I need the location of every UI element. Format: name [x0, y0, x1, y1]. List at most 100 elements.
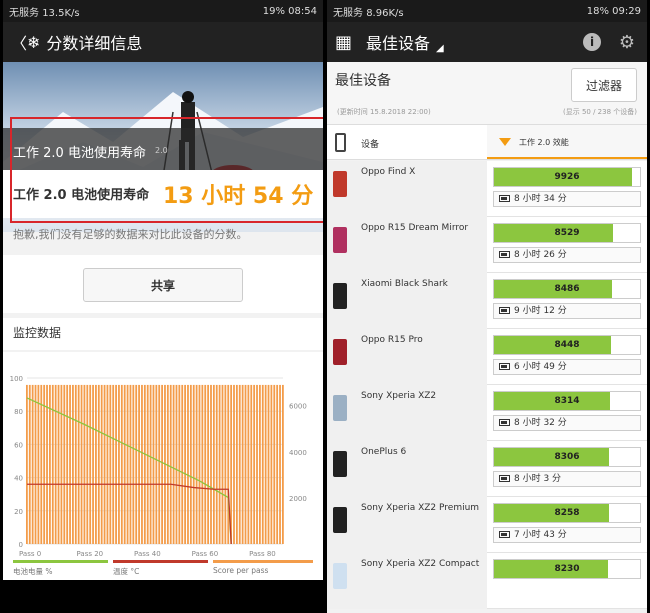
device-thumbnail: [333, 507, 347, 533]
legend-score: Score per pass: [213, 566, 269, 575]
device-row[interactable]: OnePlus 6 8306 8 小时 3 分: [327, 441, 647, 497]
device-count: (显示 50 / 238 个设备): [563, 108, 637, 116]
device-row[interactable]: Xiaomi Black Shark 8486 9 小时 12 分: [327, 273, 647, 329]
device-row[interactable]: Sony Xperia XZ2 Compact 8230: [327, 553, 647, 609]
device-name: Sony Xperia XZ2: [361, 391, 437, 401]
score-bar: [95, 384, 97, 544]
x-tick: Pass 0: [19, 550, 41, 558]
score-bar: [57, 384, 60, 544]
x-tick: Pass 80: [249, 550, 276, 558]
share-button[interactable]: 共享: [83, 268, 243, 302]
score-bar: [46, 384, 48, 544]
score-bar: [282, 384, 284, 544]
score-bar: 8314: [493, 391, 641, 411]
score-bar: [143, 384, 146, 544]
score-bar: [138, 384, 140, 544]
score-bar: [40, 384, 43, 544]
score-bar: [89, 384, 92, 544]
monitor-chart-svg: 100 80 60 40 20 0 6000 4000 2000 Pass 0 Pass 20 Pas…: [10, 375, 307, 558]
score-bar: [250, 384, 253, 544]
score-bar: [123, 384, 126, 544]
battery-icon: [499, 531, 510, 538]
filter-button[interactable]: 过滤器: [571, 68, 637, 102]
device-row[interactable]: Sony Xperia XZ2 8314 8 小时 32 分: [327, 385, 647, 441]
battery-icon: [499, 419, 510, 426]
device-row[interactable]: Oppo R15 Pro 8448 6 小时 49 分: [327, 329, 647, 385]
right-screen: 无服务 8.96K/s 18% 09:29 ▦ 最佳设备 ◢ i ⚙ 最佳设备 …: [327, 0, 647, 613]
device-row[interactable]: Sony Xperia XZ2 Premium 8258 7 小时 43 分: [327, 497, 647, 553]
score-bar: [34, 384, 37, 544]
score-bar: [74, 384, 77, 544]
score-bar: [261, 384, 264, 544]
score-bar: [106, 384, 109, 544]
battery-icon: [499, 251, 510, 258]
legend-temp: 温度 °C: [113, 567, 140, 576]
y-left-tick: 80: [14, 408, 23, 416]
device-cell[interactable]: [327, 441, 487, 497]
device-name: Sony Xperia XZ2 Premium: [361, 503, 480, 513]
score-value: 8448: [554, 340, 580, 350]
carrier-text: 无服务: [9, 7, 43, 19]
battery-life-chip: 7 小时 43 分: [493, 527, 641, 543]
y-left-tick: 0: [19, 541, 23, 549]
status-bar-right: 无服务 8.96K/s 18% 09:29: [327, 0, 647, 22]
score-bar: [267, 384, 270, 544]
column-header: 设备 工作 2.0 效能: [327, 124, 647, 160]
score-bar: 8486: [493, 279, 641, 299]
grid-menu-icon[interactable]: ▦: [335, 32, 352, 53]
gear-icon[interactable]: ⚙: [619, 32, 635, 53]
score-bar: [120, 384, 123, 544]
battery-icon: [499, 195, 510, 202]
score-bar: [258, 384, 261, 544]
device-row[interactable]: Oppo Find X 9926 8 小时 34 分: [327, 161, 647, 217]
score-bar: [118, 384, 120, 544]
score-bar: [158, 384, 161, 544]
score-value: 8230: [554, 564, 580, 574]
score-bar: [198, 384, 201, 544]
x-tick: Pass 20: [77, 550, 104, 558]
phone-icon: [335, 133, 346, 152]
score-bar: [169, 384, 172, 544]
score-bar: [238, 384, 241, 544]
y-left-tick: 20: [14, 508, 23, 516]
score-bar: [241, 384, 244, 544]
device-thumbnail: [333, 283, 347, 309]
col-device[interactable]: 设备: [361, 137, 379, 150]
score-bar: [80, 384, 83, 544]
score-bar: [115, 384, 117, 544]
col-score: 工作 2.0 效能: [519, 138, 569, 147]
x-tick: Pass 60: [192, 550, 219, 558]
score-bar: [155, 384, 158, 544]
score-bar: [256, 384, 258, 544]
score-bar: 8529: [493, 223, 641, 243]
app-title-right: 最佳设备: [366, 34, 431, 53]
score-value: 8486: [554, 284, 580, 294]
clock-right: 09:29: [612, 5, 641, 17]
clock: 08:54: [288, 5, 317, 17]
updated-time: (更新时间 15.8.2018 22:00): [337, 108, 431, 116]
battery-icon: [499, 475, 510, 482]
score-bar: [135, 384, 138, 544]
score-bar: [97, 384, 100, 544]
device-name: OnePlus 6: [361, 447, 407, 457]
score-bar: [233, 384, 235, 544]
info-icon[interactable]: i: [583, 33, 601, 51]
back-icon[interactable]: 〈: [11, 30, 27, 54]
col-score-tab[interactable]: 工作 2.0 效能: [487, 125, 647, 159]
device-row[interactable]: Oppo R15 Dream Mirror 8529 8 小时 26 分: [327, 217, 647, 273]
insufficient-data-note: 抱歉,我们没有足够的数据来对比此设备的分数。: [13, 228, 248, 241]
score-bar: [51, 384, 54, 544]
battery-life-chip: 8 小时 26 分: [493, 247, 641, 263]
battery-life-chip: 6 小时 49 分: [493, 359, 641, 375]
status-bar: 无服务 13.5K/s 19% 08:54: [3, 0, 323, 22]
score-bar: [270, 384, 273, 544]
score-bar: [279, 384, 281, 544]
dropdown-icon[interactable]: ◢: [436, 43, 444, 54]
score-bar: [276, 384, 279, 544]
legend-swatch-battery: [13, 560, 108, 563]
score-bar: [152, 384, 155, 544]
battery-icon: [499, 307, 510, 314]
score-bar: [72, 384, 74, 544]
score-bar: [26, 384, 28, 544]
score-bar: [86, 384, 89, 544]
